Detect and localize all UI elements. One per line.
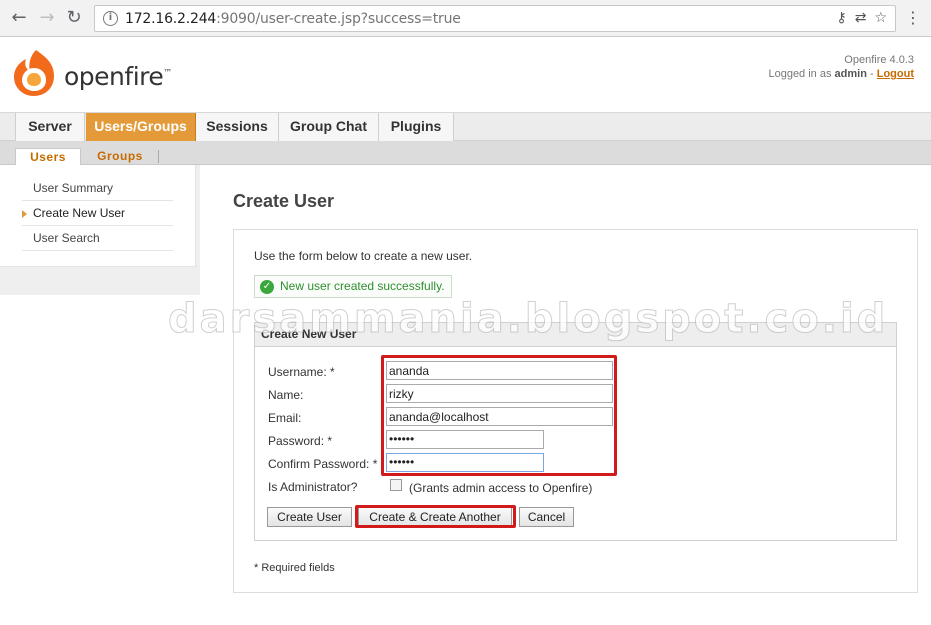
name-label: Name:	[268, 388, 304, 402]
info-icon[interactable]: i	[103, 11, 118, 26]
password-label: Password: *	[268, 434, 333, 448]
sidebar-item-label: Create New User	[33, 206, 126, 220]
email-label: Email:	[268, 411, 302, 425]
forward-arrow-icon[interactable]: →	[36, 7, 58, 29]
cancel-button[interactable]: Cancel	[519, 507, 574, 527]
sidebar: User Summary Create New User User Search	[0, 165, 200, 295]
subtab-groups[interactable]: Groups	[88, 148, 152, 165]
separator: -	[870, 68, 874, 80]
reload-icon[interactable]: ↻	[63, 7, 85, 29]
logged-in-prefix: Logged in as	[768, 68, 832, 80]
star-icon[interactable]: ☆	[874, 10, 887, 26]
sidebar-item-user-search[interactable]: User Search	[22, 226, 173, 251]
watermark: darsammania.blogspot.co.id	[167, 296, 889, 343]
username-label: Username: *	[268, 365, 335, 379]
success-message: ✓ New user created successfully.	[254, 275, 452, 298]
sidebar-menu: User Summary Create New User User Search	[0, 165, 196, 267]
tab-plugins[interactable]: Plugins	[379, 113, 454, 141]
admin-checkbox[interactable]	[390, 479, 402, 491]
fields-highlight-box	[381, 355, 617, 476]
admin-label: Is Administrator?	[268, 480, 358, 494]
address-bar-actions: ⚷ ⇄ ☆	[828, 10, 887, 26]
trademark: ™	[163, 68, 172, 79]
main-nav: Server Users/Groups Sessions Group Chat …	[0, 112, 931, 141]
address-bar[interactable]: i 172.16.2.244:9090/user-create.jsp?succ…	[94, 5, 896, 32]
subtab-users[interactable]: Users	[15, 148, 81, 166]
check-icon: ✓	[260, 280, 274, 294]
required-note: * Required fields	[254, 562, 335, 574]
logout-link[interactable]: Logout	[877, 68, 914, 80]
key-icon[interactable]: ⚷	[836, 10, 846, 26]
admin-checkbox-label: (Grants admin access to Openfire)	[409, 481, 593, 495]
url-path: :9090/user-create.jsp?success=true	[216, 11, 461, 27]
sidebar-item-create-new-user[interactable]: Create New User	[22, 201, 173, 226]
app-header: openfire™ Openfire 4.0.3 Logged in as ad…	[0, 37, 931, 112]
sub-nav: Users Groups	[0, 141, 931, 166]
current-user: admin	[834, 68, 867, 80]
subtab-divider	[158, 150, 159, 163]
button-highlight-box	[355, 505, 516, 528]
login-line: Logged in as admin - Logout	[768, 67, 914, 81]
translate-icon[interactable]: ⇄	[855, 10, 867, 26]
tab-group-chat[interactable]: Group Chat	[279, 113, 379, 141]
header-account: Openfire 4.0.3 Logged in as admin - Logo…	[768, 53, 914, 81]
back-arrow-icon[interactable]: ←	[8, 7, 30, 29]
success-text: New user created successfully.	[280, 279, 445, 293]
intro-text: Use the form below to create a new user.	[254, 249, 473, 263]
url-host: 172.16.2.244	[125, 11, 217, 27]
confirm-password-label: Confirm Password: *	[268, 457, 378, 471]
tab-server[interactable]: Server	[15, 113, 85, 141]
browser-toolbar: ← → ↻ i 172.16.2.244:9090/user-create.js…	[0, 0, 931, 37]
logo-wordmark: openfire	[64, 62, 164, 91]
tab-users-groups[interactable]: Users/Groups	[86, 113, 196, 141]
openfire-logo-icon	[14, 50, 54, 96]
sidebar-item-user-summary[interactable]: User Summary	[22, 176, 173, 201]
logo-text: openfire™	[64, 62, 172, 91]
version-label: Openfire 4.0.3	[844, 54, 914, 66]
active-arrow-icon	[22, 210, 27, 218]
page-title: Create User	[233, 191, 335, 211]
url-text: 172.16.2.244:9090/user-create.jsp?succes…	[125, 11, 461, 27]
tab-sessions[interactable]: Sessions	[196, 113, 279, 141]
browser-menu-icon[interactable]: ⋮	[905, 8, 921, 27]
create-user-button[interactable]: Create User	[267, 507, 352, 527]
